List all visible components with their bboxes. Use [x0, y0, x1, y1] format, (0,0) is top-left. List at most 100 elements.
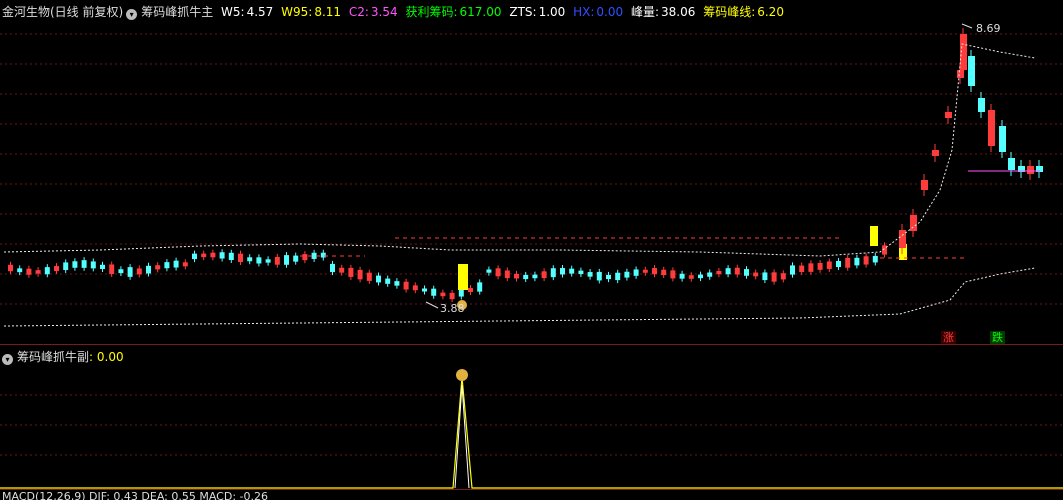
candle-body [661, 269, 667, 276]
sub-indicator-value: : 0.00 [89, 350, 124, 364]
candle-body [1027, 166, 1034, 174]
main-chart-panel[interactable]: 金河生物(日线 前复权) ▾ 筹码峰抓牛主 W5: 4.57 W95: 8.11 C2:… [0, 0, 1063, 344]
candle-body [1008, 158, 1015, 170]
peak-label: 峰量: [630, 5, 659, 19]
candle-body [394, 281, 400, 286]
candle-body [716, 270, 722, 275]
peakline-label: 筹码峰线: [703, 5, 756, 19]
candle-body [606, 274, 611, 280]
candle-body [449, 292, 455, 300]
sub-indicator-name: 筹码峰抓牛副 [17, 350, 90, 364]
candle-body [863, 256, 869, 265]
candle-body [376, 275, 381, 283]
candle-body [596, 271, 602, 281]
candle-body [192, 253, 197, 260]
candle-body [921, 180, 928, 190]
candle-body [945, 112, 952, 118]
sub-indicator-chart[interactable] [0, 345, 1063, 490]
hx-label: HX: [573, 5, 595, 19]
main-legend: 金河生物(日线 前复权) ▾ 筹码峰抓牛主 W5: 4.57 W95: 8.11 C2:… [2, 4, 788, 20]
candle-body [744, 269, 749, 276]
candle-body [468, 288, 473, 292]
candle-body [569, 268, 575, 274]
candlestick-chart[interactable] [0, 0, 1063, 344]
candle-body [72, 261, 78, 268]
candle-body [541, 271, 547, 279]
candle-body [633, 269, 639, 276]
candle-body [440, 292, 446, 297]
candle-body [412, 285, 418, 291]
sub-signal-line [0, 376, 1063, 489]
candle-body [836, 260, 841, 268]
candle-body [348, 267, 354, 277]
candle-body [8, 264, 13, 272]
candle-body [624, 271, 630, 278]
candle-body [201, 253, 207, 258]
candle-body [330, 263, 335, 273]
candle-body [35, 270, 41, 274]
candle-body [771, 272, 777, 282]
zts-value: 1.00 [538, 5, 566, 19]
candle-body [274, 256, 280, 265]
c2-label: C2: [348, 5, 369, 19]
candle-body [173, 260, 179, 268]
candle-body [458, 289, 464, 297]
candle-body [302, 254, 308, 261]
candle-body [910, 215, 917, 231]
candle-body [90, 261, 96, 269]
candle-body [385, 278, 391, 284]
candle-body [431, 288, 437, 296]
settings-circle-icon[interactable]: ▾ [126, 9, 138, 20]
candle-body [790, 265, 795, 275]
sub-settings-circle-icon[interactable]: ▾ [2, 354, 13, 365]
candle-body [514, 273, 519, 279]
signal-candle [870, 226, 878, 246]
candle-body [26, 268, 32, 275]
high-price-label: 8.69 [976, 22, 1001, 35]
sub-legend: ▾ 筹码峰抓牛副: 0.00 [2, 349, 128, 365]
candle-body [422, 288, 427, 292]
candle-body [228, 252, 234, 261]
candle-body [734, 267, 740, 275]
w5-value: 4.57 [246, 5, 274, 19]
candle-body [854, 257, 860, 266]
w95-value: 8.11 [314, 5, 342, 19]
candle-body [932, 150, 939, 156]
w5-label: W5: [221, 5, 245, 19]
candle-body [339, 267, 345, 273]
candle-body [550, 268, 556, 278]
profit-value: 617.00 [459, 5, 502, 19]
zts-label: ZTS: [509, 5, 537, 19]
candle-body [988, 110, 995, 146]
up-tag: 涨 [941, 331, 956, 344]
candle-body [210, 252, 216, 258]
signal-candle [458, 264, 468, 290]
candle-body [615, 272, 621, 281]
candle-body [247, 257, 253, 262]
candle-body [845, 257, 851, 268]
candle-body [256, 257, 262, 264]
candle-body [136, 268, 142, 275]
sub-chart-panel[interactable]: ▾ 筹码峰抓牛副: 0.00 [0, 345, 1063, 490]
candle-body [238, 253, 243, 262]
stock-name: 金河生物(日线 前复权) [2, 5, 124, 19]
candle-body [872, 255, 878, 263]
candle-body [688, 275, 694, 279]
macd-legend: MACD(12,26,9) DIF: 0.43 DEA: 0.55 MACD: … [2, 490, 268, 500]
candle-body [587, 272, 593, 277]
candle-body [293, 255, 299, 262]
candle-body [403, 281, 409, 290]
candle-body [155, 265, 161, 270]
candle-body [826, 261, 832, 269]
candle-body [477, 282, 483, 292]
candle-body [164, 262, 170, 269]
candle-body [265, 259, 271, 263]
candle-body [284, 255, 289, 265]
candle-body [146, 265, 151, 274]
money-bag-icon [456, 369, 468, 381]
candle-body [495, 268, 501, 277]
candle-body [486, 269, 492, 273]
candle-body [182, 262, 188, 267]
candle-body [999, 126, 1006, 152]
candle-body [642, 269, 648, 273]
